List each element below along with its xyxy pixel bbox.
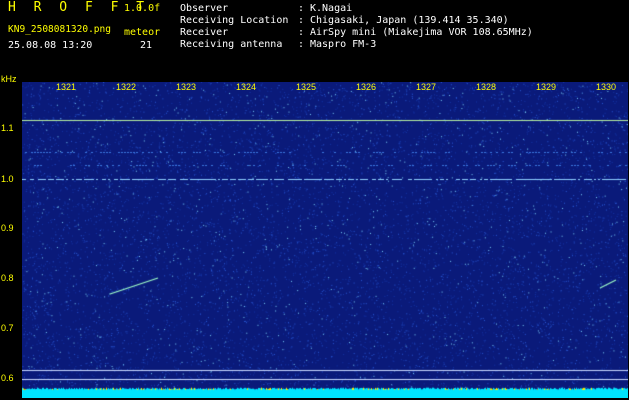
x-tick-1321: 1321 bbox=[56, 82, 77, 92]
meta-value-receiver: AirSpy mini (Miakejima VOR 108.65MHz) bbox=[310, 27, 533, 38]
spectrogram-canvas[interactable] bbox=[22, 82, 628, 398]
y-tick-0.7: 0.7 bbox=[1, 323, 14, 333]
y-tick-0.6: 0.6 bbox=[1, 373, 14, 383]
axis-unit-label: kHz bbox=[1, 74, 17, 84]
version-label: 1.0.0f bbox=[124, 3, 161, 14]
x-tick-1324: 1324 bbox=[236, 82, 257, 92]
y-tick-0.9: 0.9 bbox=[1, 223, 14, 233]
x-tick-1322: 1322 bbox=[116, 82, 137, 92]
meta-value-observer: K.Nagai bbox=[310, 3, 353, 14]
meteor-count: 21 bbox=[140, 40, 153, 51]
timestamp-label: 25.08.08 13:20 bbox=[8, 40, 93, 51]
x-tick-1328: 1328 bbox=[476, 82, 497, 92]
x-tick-1323: 1323 bbox=[176, 82, 197, 92]
x-tick-1329: 1329 bbox=[536, 82, 557, 92]
header-panel: H R O F F T 1.0.0f KN9_2508081320.png 25… bbox=[0, 0, 629, 80]
meta-key-observer: Observer bbox=[180, 3, 229, 14]
meta-key-antenna: Receiving antenna bbox=[180, 39, 283, 50]
meta-colon: : bbox=[298, 27, 305, 38]
meta-key-receiver: Receiver bbox=[180, 27, 229, 38]
meta-value-location: Chigasaki, Japan (139.414 35.340) bbox=[310, 15, 509, 26]
y-tick-1.1: 1.1 bbox=[1, 123, 14, 133]
y-axis: kHz 1.1 1.0 0.9 0.8 0.7 0.6 bbox=[0, 74, 22, 400]
meta-key-location: Receiving Location bbox=[180, 15, 289, 26]
x-tick-1326: 1326 bbox=[356, 82, 377, 92]
meta-colon: : bbox=[298, 39, 305, 50]
x-tick-1325: 1325 bbox=[296, 82, 317, 92]
y-tick-1.0: 1.0 bbox=[1, 174, 14, 184]
filename-label: KN9_2508081320.png bbox=[8, 24, 111, 35]
x-tick-1330: 1330 bbox=[596, 82, 617, 92]
meta-colon: : bbox=[298, 3, 305, 14]
meta-value-antenna: Maspro FM-3 bbox=[310, 39, 377, 50]
y-tick-0.8: 0.8 bbox=[1, 273, 14, 283]
meta-colon: : bbox=[298, 15, 305, 26]
x-tick-1327: 1327 bbox=[416, 82, 437, 92]
meteor-label: meteor bbox=[124, 27, 161, 38]
